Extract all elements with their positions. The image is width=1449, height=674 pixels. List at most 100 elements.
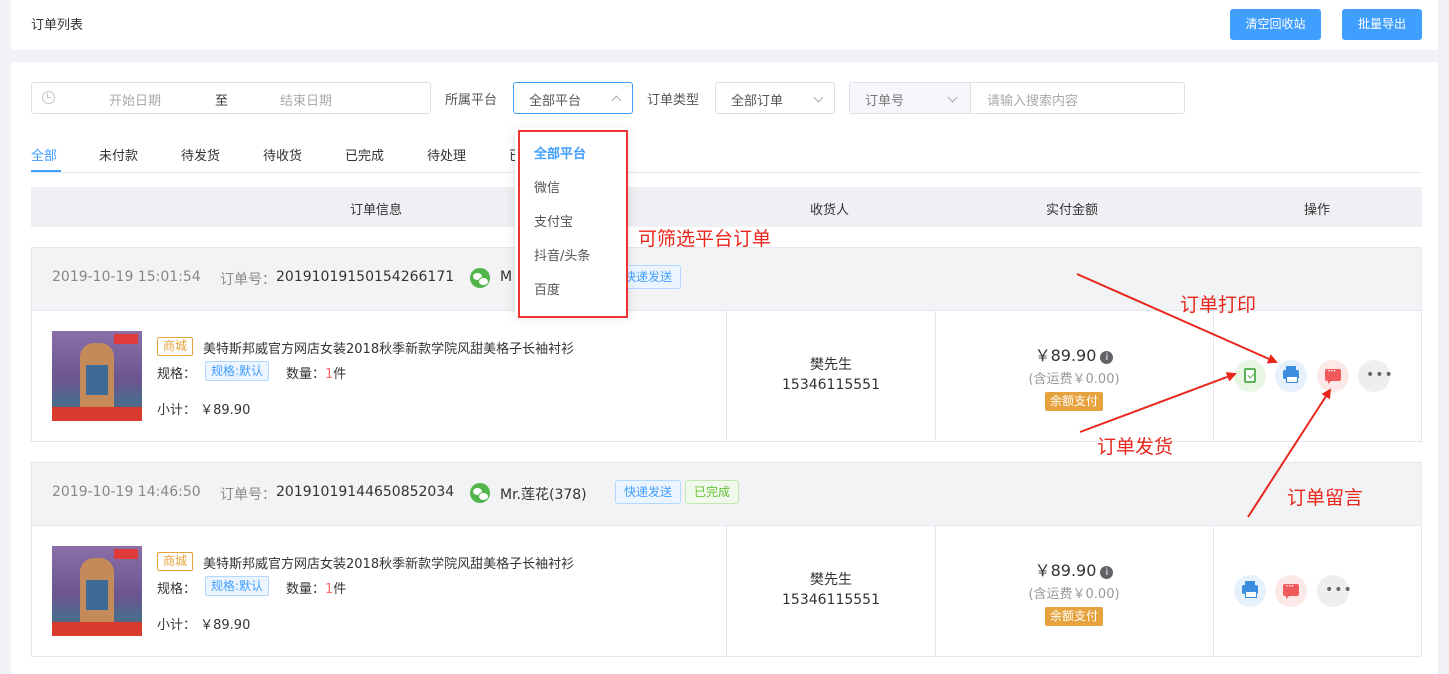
mall-tag: 商城	[157, 552, 194, 571]
quantity: 数量：1件	[286, 367, 347, 382]
order-card: 2019-10-19 15:01:54 订单号： 201910191501542…	[31, 247, 1422, 442]
order-body: 商城 美特斯邦威官方网店女装2018秋季新款学院风甜美格子长袖衬衫 规格： 规格…	[32, 526, 1421, 656]
receiver-phone: 15346115551	[782, 377, 880, 393]
wechat-icon	[470, 268, 490, 288]
order-time: 2019-10-19 14:46:50	[52, 484, 201, 500]
search-field-value: 订单号	[865, 94, 905, 109]
product-image[interactable]	[52, 546, 142, 636]
order-body: 商城 美特斯邦威官方网店女装2018秋季新款学院风甜美格子长袖衬衫 规格： 规格…	[32, 311, 1421, 441]
spec-tag: 规格:默认	[205, 576, 270, 596]
column-divider	[726, 526, 727, 656]
header-order-info: 订单信息	[350, 203, 403, 218]
print-order-button[interactable]	[1275, 360, 1307, 392]
delivery-tag: 快递发送	[615, 480, 682, 504]
tab-all[interactable]: 全部	[31, 145, 57, 164]
platform-select-value: 全部平台	[529, 94, 582, 109]
spec-tag: 规格:默认	[205, 361, 270, 381]
product-name[interactable]: 美特斯邦威官方网店女装2018秋季新款学院风甜美格子长袖衬衫	[203, 338, 574, 357]
header-actions: 操作	[1304, 203, 1331, 218]
order-card: 2019-10-19 14:46:50 订单号： 201910191446508…	[31, 462, 1422, 657]
clock-icon	[42, 91, 55, 104]
order-type-value: 全部订单	[731, 94, 784, 109]
platform-label: 所属平台	[445, 93, 498, 108]
paid-amount: ￥89.90 i	[935, 342, 1213, 366]
main-panel: 开始日期 至 结束日期 所属平台 全部平台 订单类型 全部订单 订单号 请输入搜…	[11, 62, 1438, 674]
more-icon: •••	[1325, 582, 1353, 598]
shipping-fee: (含运费￥0.00)	[1028, 587, 1120, 602]
wechat-icon	[470, 483, 490, 503]
mall-tag: 商城	[157, 337, 194, 356]
batch-export-button[interactable]: 批量导出	[1342, 9, 1422, 40]
clipboard-check-icon	[1244, 368, 1256, 383]
subtotal: 小计： ￥89.90	[157, 618, 251, 633]
table-header: 订单信息 收货人 实付金额 操作	[31, 187, 1422, 227]
search-group: 订单号 请输入搜索内容	[849, 82, 1185, 114]
order-no-label: 订单号：	[220, 487, 276, 503]
tab-to-receive[interactable]: 待收货	[263, 145, 302, 164]
receiver-phone: 15346115551	[782, 592, 880, 608]
order-message-button[interactable]	[1317, 360, 1349, 392]
pay-method-tag: 余额支付	[1045, 392, 1104, 411]
tab-to-ship[interactable]: 待发货	[181, 145, 220, 164]
printer-icon	[1242, 581, 1258, 598]
info-icon[interactable]: i	[1100, 566, 1114, 579]
receiver-name: 樊先生	[810, 572, 852, 588]
product-image[interactable]	[52, 331, 142, 421]
order-no: 20191019144650852034	[276, 484, 455, 500]
platform-select[interactable]: 全部平台	[513, 82, 633, 114]
top-bar: 订单列表 清空回收站 批量导出	[11, 0, 1438, 50]
tab-completed[interactable]: 已完成	[345, 145, 384, 164]
subtotal: 小计： ￥89.90	[157, 403, 251, 418]
buyer-name[interactable]: Mr.莲花(378)	[500, 484, 587, 504]
order-type-label: 订单类型	[647, 93, 700, 108]
annotation-print: 订单打印	[1180, 294, 1257, 316]
message-icon	[1325, 364, 1341, 384]
receiver-name: 樊先生	[810, 357, 852, 373]
chevron-down-icon	[947, 92, 958, 103]
end-date-input[interactable]: 结束日期	[280, 90, 332, 109]
tab-pending[interactable]: 待处理	[427, 145, 466, 164]
paid-amount: ￥89.90 i	[935, 557, 1213, 581]
message-icon	[1283, 579, 1299, 599]
order-type-select[interactable]: 全部订单	[715, 82, 835, 114]
order-header: 2019-10-19 14:46:50 订单号： 201910191446508…	[32, 463, 1421, 526]
spec-label: 规格：	[157, 582, 197, 597]
column-divider	[726, 311, 727, 441]
header-amount: 实付金额	[1046, 203, 1099, 218]
annotation-filter-platform: 可筛选平台订单	[638, 228, 772, 250]
buyer-name[interactable]: M	[500, 269, 512, 285]
product-name[interactable]: 美特斯邦威官方网店女装2018秋季新款学院风甜美格子长袖衬衫	[203, 553, 574, 572]
tabs-divider	[31, 172, 1422, 173]
printer-icon	[1283, 366, 1299, 383]
chevron-down-icon	[813, 92, 824, 103]
column-divider	[1213, 311, 1214, 441]
order-time: 2019-10-19 15:01:54	[52, 269, 201, 285]
header-receiver: 收货人	[810, 203, 850, 218]
chevron-up-icon	[611, 95, 622, 106]
search-field-select[interactable]: 订单号	[850, 83, 971, 113]
info-icon[interactable]: i	[1100, 351, 1114, 364]
ship-order-button[interactable]	[1234, 360, 1266, 392]
more-actions-button[interactable]: •••	[1317, 575, 1352, 607]
spec-label: 规格：	[157, 367, 197, 382]
highlight-box	[518, 130, 628, 318]
more-actions-button[interactable]: •••	[1358, 360, 1393, 392]
order-message-button[interactable]	[1275, 575, 1307, 607]
quantity: 数量：1件	[286, 582, 347, 597]
search-input[interactable]: 请输入搜索内容	[987, 90, 1078, 109]
annotation-ship: 订单发货	[1097, 436, 1174, 458]
pay-method-tag: 余额支付	[1045, 607, 1104, 626]
shipping-fee: (含运费￥0.00)	[1028, 372, 1120, 387]
print-order-button[interactable]	[1234, 575, 1266, 607]
status-badge: 已完成	[685, 480, 740, 504]
date-separator: 至	[215, 94, 229, 109]
order-no: 20191019150154266171	[276, 269, 455, 285]
date-range-picker[interactable]: 开始日期 至 结束日期	[31, 82, 431, 114]
clear-recycle-bin-button[interactable]: 清空回收站	[1230, 9, 1321, 40]
tab-unpaid[interactable]: 未付款	[99, 145, 138, 164]
start-date-input[interactable]: 开始日期	[109, 90, 161, 109]
more-icon: •••	[1366, 367, 1394, 383]
page-title: 订单列表	[31, 18, 84, 33]
order-no-label: 订单号：	[220, 272, 276, 288]
column-divider	[1213, 526, 1214, 656]
